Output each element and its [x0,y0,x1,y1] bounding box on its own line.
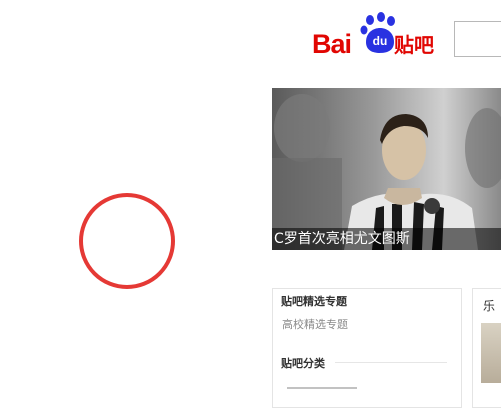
featured-topics-panel: 贴吧精选专题 高校精选专题 贴吧分类 [272,288,462,408]
divider [335,362,447,363]
logo-bai-text: Bai [312,29,352,59]
category-heading: 贴吧分类 [281,357,325,370]
side-panel-text: 乐 [483,299,496,313]
list-item [287,387,357,395]
baidu-tieba-logo[interactable]: Bai du 贴吧 [312,12,450,58]
panel-title: 贴吧精选专题 [281,295,347,308]
banner-photo [272,88,501,250]
banner-caption[interactable]: C罗首次亮相尤文图斯 [272,228,501,250]
search-input[interactable] [454,21,501,57]
side-panel-thumbnail[interactable] [481,323,501,383]
logo-tieba-text: 贴吧 [394,33,434,57]
news-banner[interactable]: C罗首次亮相尤文图斯 [272,88,501,250]
logo-du-text: du [372,34,388,48]
side-panel: 乐 [472,288,501,408]
highlight-circle [79,193,175,289]
panel-subtitle-link[interactable]: 高校精选专题 [282,316,348,332]
